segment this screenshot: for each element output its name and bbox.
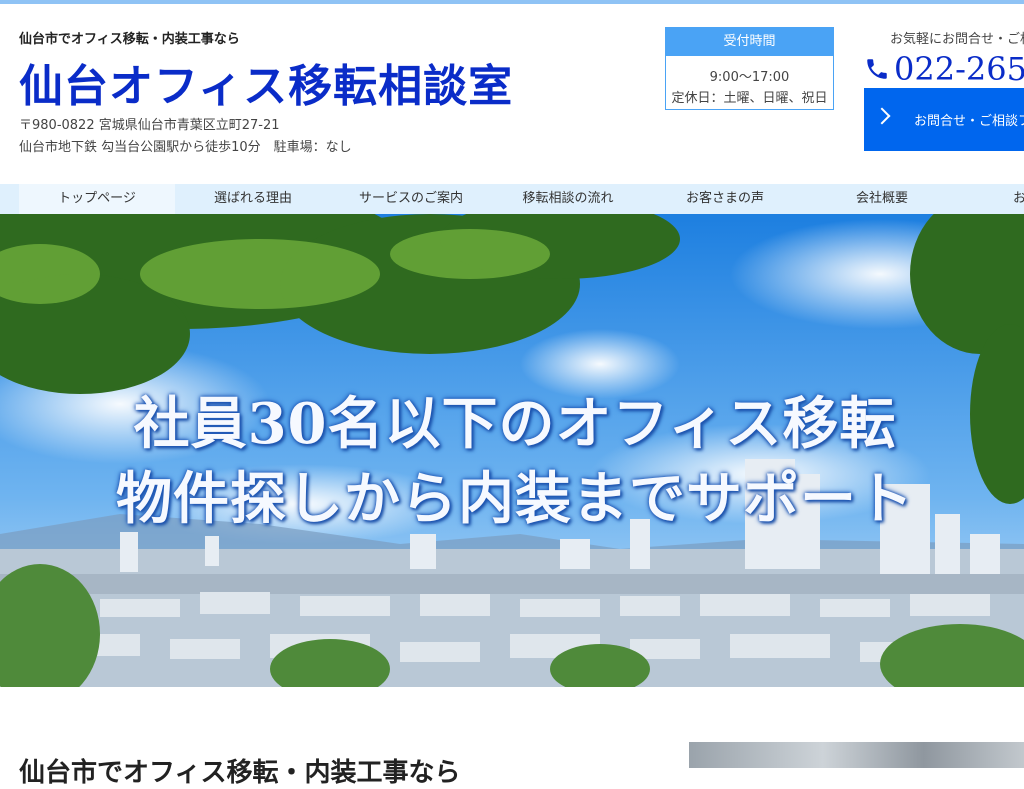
top-accent-line [0,0,1024,4]
contact-note: お気軽にお問合せ・ご相 [890,32,1024,47]
contact-button-label: お問合せ・ご相談フ [914,114,1024,129]
hours-time: 9:00〜17:00 [709,70,790,85]
address-text: 〒980-0822 宮城県仙台市青葉区立町27-21 [19,118,280,133]
global-nav: トップページ 選ばれる理由 サービスのご案内 移転相談の流れ お客さまの声 会社… [0,184,1024,214]
nav-item-top[interactable]: トップページ [19,184,175,214]
nav-item-company[interactable]: 会社概要 [804,184,960,214]
site-title-logo[interactable]: 仙台オフィス移転相談室 [19,50,513,114]
nav-item-reasons[interactable]: 選ばれる理由 [175,184,331,214]
nav-item-contact[interactable]: お [961,184,1024,214]
hours-closed-days: 定休日：土曜、日曜、祝日 [671,91,828,106]
hero-banner: 社員30名以下のオフィス移転 物件探しから内装までサポート [0,214,1024,687]
phone-link[interactable]: 022-265 [864,50,1024,88]
hero-headline-line2: 物件探しから内装までサポート [116,466,914,532]
contact-form-button[interactable]: お問合せ・ご相談フ [864,88,1024,151]
side-image [689,742,1024,768]
hero-headline-line1: 社員30名以下のオフィス移転 [133,391,897,457]
section-title: 仙台市でオフィス移転・内装工事なら [19,758,461,788]
business-hours-box: 受付時間 9:00〜17:00 定休日：土曜、日曜、祝日 [665,27,834,110]
nav-item-services[interactable]: サービスのご案内 [333,184,489,214]
access-text: 仙台市地下鉄 勾当台公園駅から徒歩10分 駐車場：なし [19,140,352,155]
nav-item-flow[interactable]: 移転相談の流れ [490,184,646,214]
phone-icon [864,56,890,82]
nav-item-voices[interactable]: お客さまの声 [647,184,803,214]
site-tagline: 仙台市でオフィス移転・内装工事なら [19,32,240,47]
chevron-right-icon [873,107,891,125]
phone-number: 022-265 [894,50,1024,88]
hours-heading: 受付時間 [666,28,833,56]
